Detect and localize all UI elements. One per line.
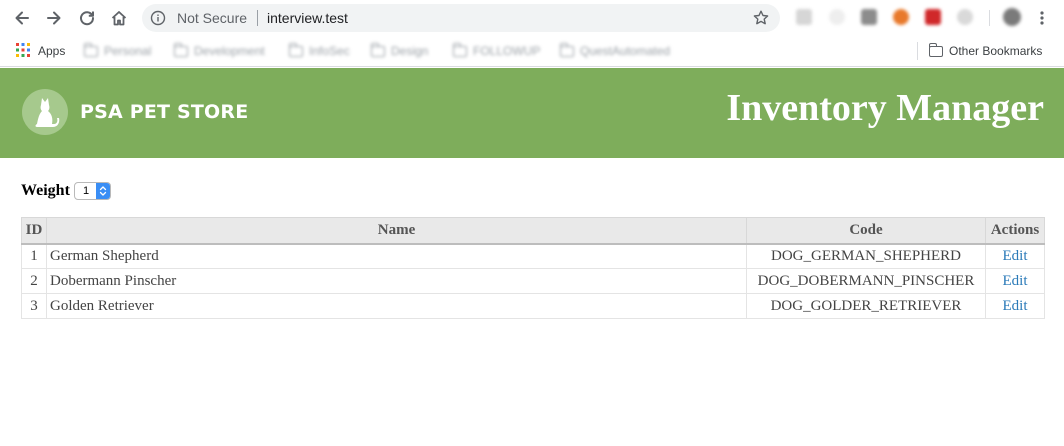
toolbar-divider — [989, 10, 990, 26]
weight-select-value: 1 — [83, 185, 90, 197]
bookmark-label: InfoSec — [309, 44, 350, 58]
bookmark-folder[interactable]: InfoSec — [288, 42, 350, 59]
table-row: 2 Dobermann Pinscher DOG_DOBERMANN_PINSC… — [21, 268, 1045, 294]
cell-id: 1 — [21, 243, 47, 269]
bookmarks-bar: Apps Personal Development InfoSec Design… — [0, 36, 1064, 67]
folder-icon — [288, 42, 303, 57]
address-divider — [257, 10, 258, 26]
star-icon[interactable] — [752, 9, 770, 32]
weight-label: Weight — [21, 182, 70, 199]
cell-code: DOG_GERMAN_SHEPHERD — [746, 243, 986, 269]
cell-code: DOG_GOLDER_RETRIEVER — [746, 293, 986, 319]
extension-icon[interactable] — [829, 9, 845, 25]
weight-select[interactable]: 1 — [74, 182, 111, 200]
chevron-updown-icon — [96, 183, 110, 199]
table-header-row: ID Name Code Actions — [21, 217, 1045, 245]
browser-toolbar: Not Secure interview.test — [0, 0, 1064, 36]
column-header-actions: Actions — [985, 217, 1045, 245]
cell-name: Golden Retriever — [46, 293, 747, 319]
bookmark-other[interactable]: Other Bookmarks — [928, 42, 1043, 59]
bookmark-label: Other Bookmarks — [949, 44, 1043, 58]
profile-avatar[interactable] — [1003, 8, 1021, 26]
table-row: 1 German Shepherd DOG_GERMAN_SHEPHERD Ed… — [21, 243, 1045, 269]
folder-icon — [370, 42, 385, 57]
bookmarks-divider — [917, 42, 918, 60]
cell-name: Dobermann Pinscher — [46, 268, 747, 294]
folder-icon — [928, 42, 943, 57]
security-status: Not Secure — [177, 10, 248, 26]
extension-icon[interactable] — [861, 9, 877, 25]
column-header-code: Code — [746, 217, 986, 245]
back-arrow-icon[interactable] — [10, 6, 34, 30]
folder-icon — [452, 42, 467, 57]
address-bar[interactable]: Not Secure interview.test — [142, 4, 780, 32]
url-text[interactable]: interview.test — [267, 10, 348, 26]
cell-name: German Shepherd — [46, 243, 747, 269]
apps-grid-icon — [16, 42, 30, 60]
folder-icon — [559, 42, 574, 57]
bookmark-folder[interactable]: Development — [173, 42, 265, 59]
page-title: Inventory Manager — [726, 87, 1044, 129]
bookmark-label: FOLLOWUP — [473, 44, 541, 58]
column-header-id: ID — [21, 217, 47, 245]
bookmark-apps[interactable]: Apps — [16, 42, 66, 60]
bookmark-label: Design — [391, 44, 429, 58]
cell-actions: Edit — [985, 268, 1045, 294]
site-header: PSA PET STORE Inventory Manager — [0, 68, 1064, 158]
inventory-table: ID Name Code Actions 1 German Shepherd D… — [21, 217, 1045, 319]
bookmark-label: Personal — [104, 44, 152, 58]
extension-icon[interactable] — [796, 9, 812, 25]
folder-icon — [83, 42, 98, 57]
table-header: ID Name Code Actions — [21, 217, 1045, 245]
folder-icon — [173, 42, 188, 57]
edit-link[interactable]: Edit — [1003, 273, 1028, 289]
home-icon[interactable] — [107, 6, 131, 30]
edit-link[interactable]: Edit — [1003, 298, 1028, 314]
bookmark-label: Development — [194, 44, 265, 58]
cell-id: 2 — [21, 268, 47, 294]
extension-icon[interactable] — [925, 9, 941, 25]
edit-link[interactable]: Edit — [1003, 248, 1028, 264]
bookmark-folder[interactable]: Personal — [83, 42, 152, 59]
cell-actions: Edit — [985, 243, 1045, 269]
table-row: 3 Golden Retriever DOG_GOLDER_RETRIEVER … — [21, 293, 1045, 319]
extension-icon[interactable] — [957, 9, 973, 25]
cell-code: DOG_DOBERMANN_PINSCHER — [746, 268, 986, 294]
menu-dots-icon[interactable] — [1040, 11, 1044, 30]
column-header-name: Name — [46, 217, 747, 245]
bookmark-folder[interactable]: Design — [370, 42, 429, 59]
cell-id: 3 — [21, 293, 47, 319]
info-icon[interactable] — [150, 10, 166, 31]
bookmark-folder[interactable]: QuestAutomated — [559, 42, 671, 59]
cell-actions: Edit — [985, 293, 1045, 319]
logo-text[interactable]: PSA PET STORE — [80, 101, 248, 123]
bookmark-label: QuestAutomated — [580, 44, 671, 58]
extension-icon[interactable] — [893, 9, 909, 25]
bookmark-label: Apps — [38, 44, 66, 58]
forward-arrow-icon[interactable] — [42, 6, 66, 30]
cat-icon[interactable] — [22, 89, 68, 135]
reload-icon[interactable] — [75, 6, 99, 30]
bookmark-folder[interactable]: FOLLOWUP — [452, 42, 541, 59]
table-body: 1 German Shepherd DOG_GERMAN_SHEPHERD Ed… — [21, 243, 1045, 319]
